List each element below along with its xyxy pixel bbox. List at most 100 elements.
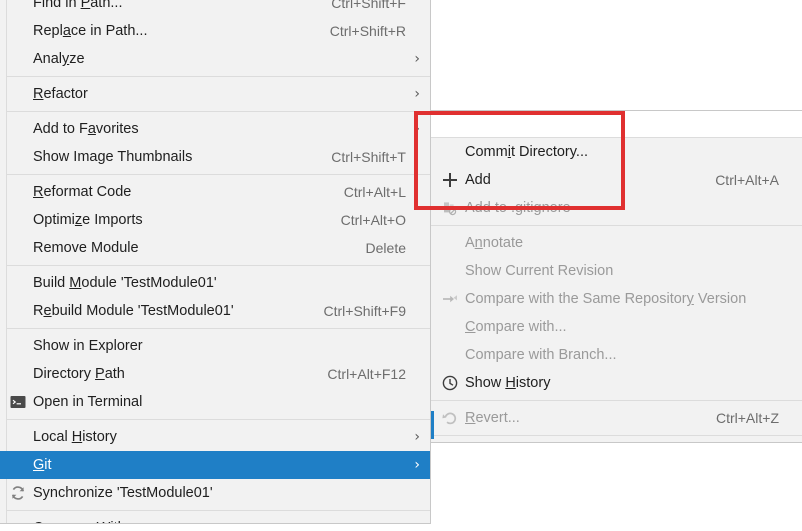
git-submenu[interactable]: Commit Directory...›AddCtrl+Alt+A›Add to… bbox=[430, 110, 802, 443]
menu-item-compare-with: Compare with... › bbox=[431, 313, 802, 341]
menu-item-label: Local History bbox=[33, 429, 117, 445]
menu-item-label: Rebuild Module 'TestModule01' bbox=[33, 303, 234, 319]
menu-item-reformat-code[interactable]: Reformat Code Ctrl+Alt+L› bbox=[0, 178, 430, 206]
menu-item-open-in-terminal[interactable]: Open in Terminal › bbox=[0, 388, 430, 416]
menu-separator bbox=[0, 510, 430, 511]
terminal-icon bbox=[9, 393, 27, 411]
submenu-top-padding bbox=[431, 111, 802, 138]
arrow-placeholder: › bbox=[779, 375, 793, 391]
menu-item-label: Replace in Path... bbox=[33, 23, 148, 39]
menu-item-label: Compare With... bbox=[33, 520, 138, 523]
arrow-placeholder: › bbox=[406, 212, 420, 228]
menu-separator bbox=[0, 111, 430, 112]
menu-item-compare-with[interactable]: Compare With... Ctrl+D› bbox=[0, 514, 430, 523]
menu-item-label: Show Current Revision bbox=[465, 263, 614, 279]
submenu-item-list[interactable]: Commit Directory...›AddCtrl+Alt+A›Add to… bbox=[431, 138, 802, 442]
menu-item-git[interactable]: Git › bbox=[0, 451, 430, 479]
icon-placeholder bbox=[441, 262, 459, 280]
menu-item-replace-in-path[interactable]: Replace in Path... Ctrl+Shift+R› bbox=[0, 17, 430, 45]
menu-item-shortcut: Ctrl+Alt+Z bbox=[715, 410, 779, 426]
compare-icon bbox=[9, 519, 27, 523]
menu-item-local-history[interactable]: Local History › bbox=[0, 423, 430, 451]
sync-icon bbox=[9, 484, 27, 502]
arrow-placeholder: › bbox=[406, 303, 420, 319]
menu-item-show-history[interactable]: Show History › bbox=[431, 369, 802, 397]
menu-separator bbox=[0, 174, 430, 175]
icon-placeholder bbox=[441, 318, 459, 336]
menu-item-label: Open in Terminal bbox=[33, 394, 143, 410]
arrow-placeholder: › bbox=[406, 275, 420, 291]
menu-item-directory-path[interactable]: Directory Path Ctrl+Alt+F12› bbox=[0, 360, 430, 388]
menu-separator bbox=[0, 328, 430, 329]
icon-placeholder bbox=[9, 302, 27, 320]
menu-item-refactor[interactable]: Refactor › bbox=[0, 80, 430, 108]
menu-item-shortcut: Ctrl+Alt+L bbox=[343, 184, 406, 200]
page-background-bottom-left bbox=[0, 524, 431, 531]
arrow-placeholder: › bbox=[406, 23, 420, 39]
plus-icon bbox=[441, 171, 459, 189]
menu-item-shortcut: Ctrl+Shift+T bbox=[331, 149, 406, 165]
icon-placeholder bbox=[9, 365, 27, 383]
menu-separator bbox=[0, 76, 430, 77]
menu-item-shortcut: Ctrl+Alt+F12 bbox=[327, 366, 406, 382]
menu-item-add-to-favorites[interactable]: Add to Favorites › bbox=[0, 115, 430, 143]
menu-separator bbox=[431, 225, 802, 226]
icon-placeholder bbox=[9, 211, 27, 229]
arrow-placeholder: › bbox=[406, 184, 420, 200]
page-background-top-right bbox=[431, 0, 802, 111]
menu-item-label: Show in Explorer bbox=[33, 338, 143, 354]
menu-item-label: Reformat Code bbox=[33, 184, 132, 200]
chevron-right-icon: › bbox=[414, 429, 420, 445]
menu-item-rebuild-module-testmodule01[interactable]: Rebuild Module 'TestModule01' Ctrl+Shift+… bbox=[0, 297, 430, 325]
arrow-placeholder: › bbox=[406, 520, 420, 523]
clock-icon bbox=[441, 374, 459, 392]
menu-item-show-image-thumbnails[interactable]: Show Image Thumbnails Ctrl+Shift+T› bbox=[0, 143, 430, 171]
menu-item-find-in-path[interactable]: Find in Path... Ctrl+Shift+F› bbox=[0, 0, 430, 17]
icon-placeholder bbox=[9, 456, 27, 474]
menu-item-label: Compare with Branch... bbox=[465, 347, 617, 363]
menu-separator bbox=[0, 265, 430, 266]
arrow-placeholder: › bbox=[406, 366, 420, 382]
arrow-placeholder: › bbox=[406, 485, 420, 501]
menu-separator bbox=[431, 435, 802, 436]
menu-item-list[interactable]: Find in Path...Ctrl+Shift+F›Replace in P… bbox=[0, 0, 430, 523]
arrow-placeholder: › bbox=[779, 172, 793, 188]
menu-item-shortcut: Ctrl+Alt+A bbox=[715, 172, 779, 188]
compare-icon-disabled bbox=[441, 290, 459, 308]
menu-item-add[interactable]: Add Ctrl+Alt+A› bbox=[431, 166, 802, 194]
arrow-placeholder: › bbox=[406, 240, 420, 256]
arrow-placeholder: › bbox=[406, 149, 420, 165]
arrow-placeholder: › bbox=[779, 263, 793, 279]
icon-placeholder bbox=[9, 337, 27, 355]
icon-placeholder bbox=[441, 143, 459, 161]
menu-item-commit-directory[interactable]: Commit Directory... › bbox=[431, 138, 802, 166]
icon-placeholder bbox=[9, 120, 27, 138]
menu-item-analyze[interactable]: Analyze › bbox=[0, 45, 430, 73]
menu-item-label: Annotate bbox=[465, 235, 524, 251]
menu-item-synchronize-testmodule01[interactable]: Synchronize 'TestModule01' › bbox=[0, 479, 430, 507]
menu-item-optimize-imports[interactable]: Optimize Imports Ctrl+Alt+O› bbox=[0, 206, 430, 234]
icon-placeholder bbox=[9, 50, 27, 68]
icon-placeholder bbox=[9, 274, 27, 292]
menu-item-show-current-revision: Show Current Revision › bbox=[431, 257, 802, 285]
menu-item-remove-module[interactable]: Remove Module Delete› bbox=[0, 234, 430, 262]
menu-item-label: Add to .gitignore bbox=[465, 200, 571, 216]
menu-item-label: Compare with... bbox=[465, 319, 567, 335]
menu-item-label: Build Module 'TestModule01' bbox=[33, 275, 217, 291]
arrow-placeholder: › bbox=[779, 291, 793, 307]
menu-item-label: Git bbox=[33, 457, 52, 473]
menu-item-label: Commit Directory... bbox=[465, 144, 589, 160]
menu-item-show-in-explorer[interactable]: Show in Explorer › bbox=[0, 332, 430, 360]
icon-placeholder bbox=[9, 428, 27, 446]
menu-item-build-module-testmodule01[interactable]: Build Module 'TestModule01' › bbox=[0, 269, 430, 297]
menu-separator bbox=[431, 400, 802, 401]
submenu-selection-marker bbox=[431, 411, 434, 439]
gitignore-icon bbox=[441, 199, 459, 217]
chevron-right-icon: › bbox=[414, 121, 420, 137]
menu-item-label: Optimize Imports bbox=[33, 212, 143, 228]
menu-item-shortcut: Ctrl+D bbox=[366, 520, 406, 523]
menu-item-repository[interactable]: Repository› bbox=[431, 439, 802, 442]
arrow-placeholder: › bbox=[779, 347, 793, 363]
module-context-menu[interactable]: Find in Path...Ctrl+Shift+F›Replace in P… bbox=[0, 0, 431, 524]
menu-item-label: Revert... bbox=[465, 410, 520, 426]
